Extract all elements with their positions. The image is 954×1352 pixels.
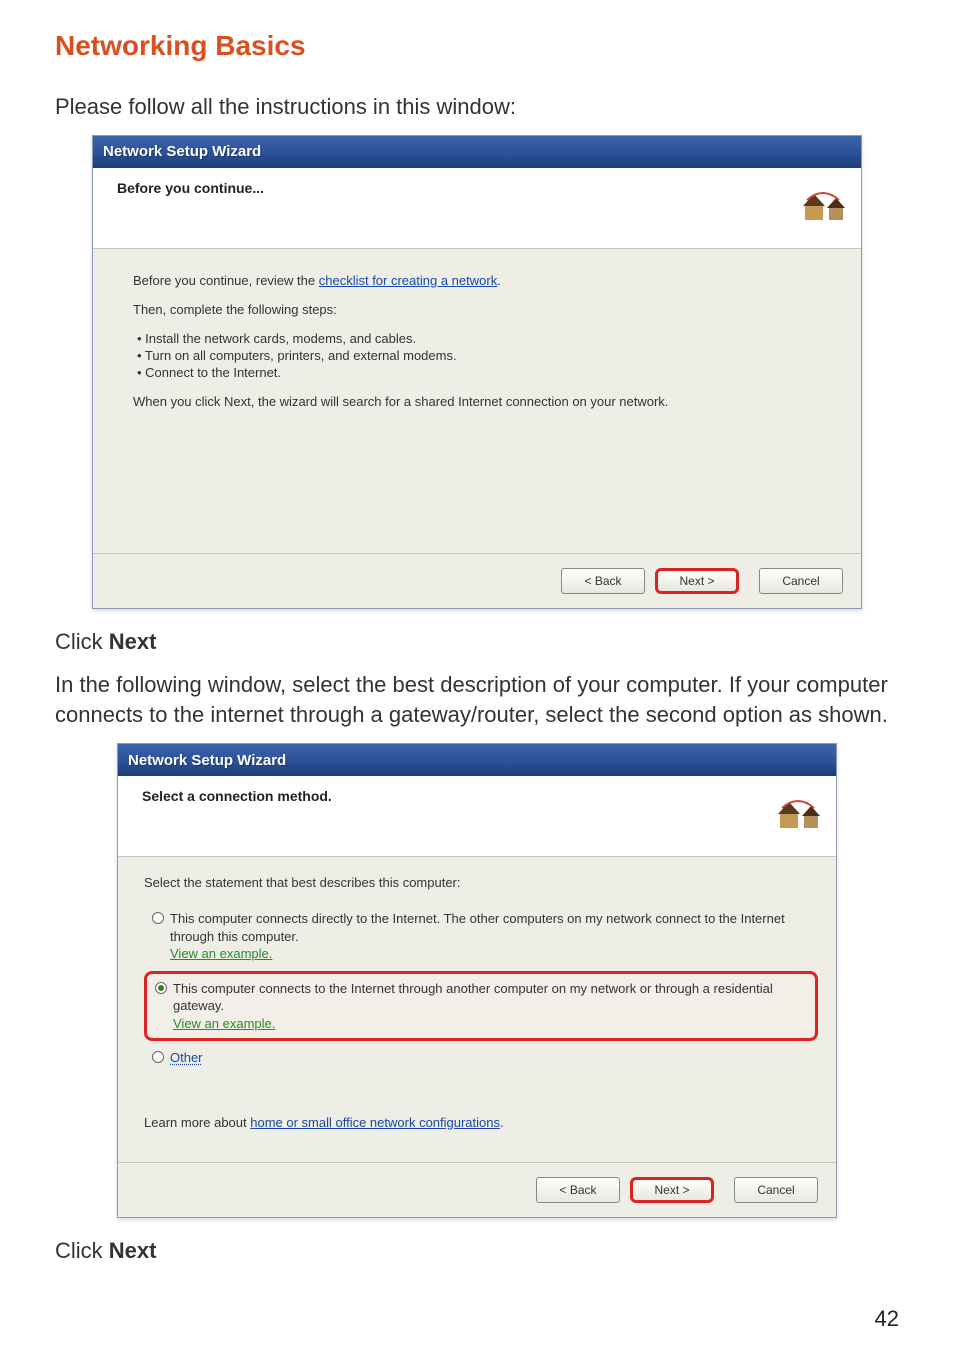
next-button[interactable]: Next > <box>630 1177 714 1203</box>
select-statement-text: Select the statement that best describes… <box>144 875 818 890</box>
learn-more-prefix: Learn more about <box>144 1115 250 1130</box>
click-next-1: Click Next <box>55 627 899 658</box>
view-example-link-2[interactable]: View an example. <box>173 1016 275 1031</box>
then-complete-text: Then, complete the following steps: <box>133 302 833 317</box>
cancel-button[interactable]: Cancel <box>759 568 843 594</box>
before-continue-text: Before you continue, review the <box>133 273 319 288</box>
step-turn-on: • Turn on all computers, printers, and e… <box>137 348 833 363</box>
next-button[interactable]: Next > <box>655 568 739 594</box>
radio-icon <box>155 982 167 994</box>
network-house-icon <box>799 180 847 228</box>
wizard-header-title: Before you continue... <box>117 180 799 196</box>
wizard-header-title: Select a connection method. <box>142 788 774 804</box>
back-button[interactable]: < Back <box>561 568 645 594</box>
wizard-header: Before you continue... <box>93 168 861 249</box>
radio-option-other[interactable]: Other <box>144 1043 818 1073</box>
step-install-cards: • Install the network cards, modems, and… <box>137 331 833 346</box>
wizard-body: Before you continue, review the checklis… <box>93 249 861 553</box>
radio-icon <box>152 1051 164 1063</box>
radio-option-1-label: This computer connects directly to the I… <box>170 911 785 944</box>
wizard-body: Select the statement that best describes… <box>118 857 836 1162</box>
radio-option-2-label: This computer connects to the Internet t… <box>173 981 773 1014</box>
wizard-header: Select a connection method. <box>118 776 836 857</box>
view-example-link-1[interactable]: View an example. <box>170 946 272 961</box>
learn-more-link[interactable]: home or small office network configurati… <box>250 1115 500 1130</box>
radio-option-other-label: Other <box>170 1050 203 1065</box>
page-title: Networking Basics <box>55 30 899 62</box>
wizard-footer: < Back Next > Cancel <box>93 553 861 608</box>
checklist-link[interactable]: checklist for creating a network <box>319 273 497 288</box>
wizard-footer: < Back Next > Cancel <box>118 1162 836 1217</box>
wizard-titlebar: Network Setup Wizard <box>93 136 861 168</box>
network-house-icon <box>774 788 822 836</box>
cancel-button[interactable]: Cancel <box>734 1177 818 1203</box>
page-number: 42 <box>875 1306 899 1332</box>
paragraph-select-description: In the following window, select the best… <box>55 670 899 732</box>
back-button[interactable]: < Back <box>536 1177 620 1203</box>
click-next-2: Click Next <box>55 1236 899 1267</box>
when-click-next-text: When you click Next, the wizard will sea… <box>133 394 833 409</box>
wizard-titlebar: Network Setup Wizard <box>118 744 836 776</box>
radio-icon <box>152 912 164 924</box>
radio-option-direct-connect[interactable]: This computer connects directly to the I… <box>144 904 818 969</box>
step-connect-internet: • Connect to the Internet. <box>137 365 833 380</box>
wizard-window-select-connection: Network Setup Wizard Select a connection… <box>117 743 837 1218</box>
intro-text: Please follow all the instructions in th… <box>55 92 899 123</box>
wizard-window-before-continue: Network Setup Wizard Before you continue… <box>92 135 862 609</box>
radio-option-through-gateway[interactable]: This computer connects to the Internet t… <box>144 971 818 1042</box>
